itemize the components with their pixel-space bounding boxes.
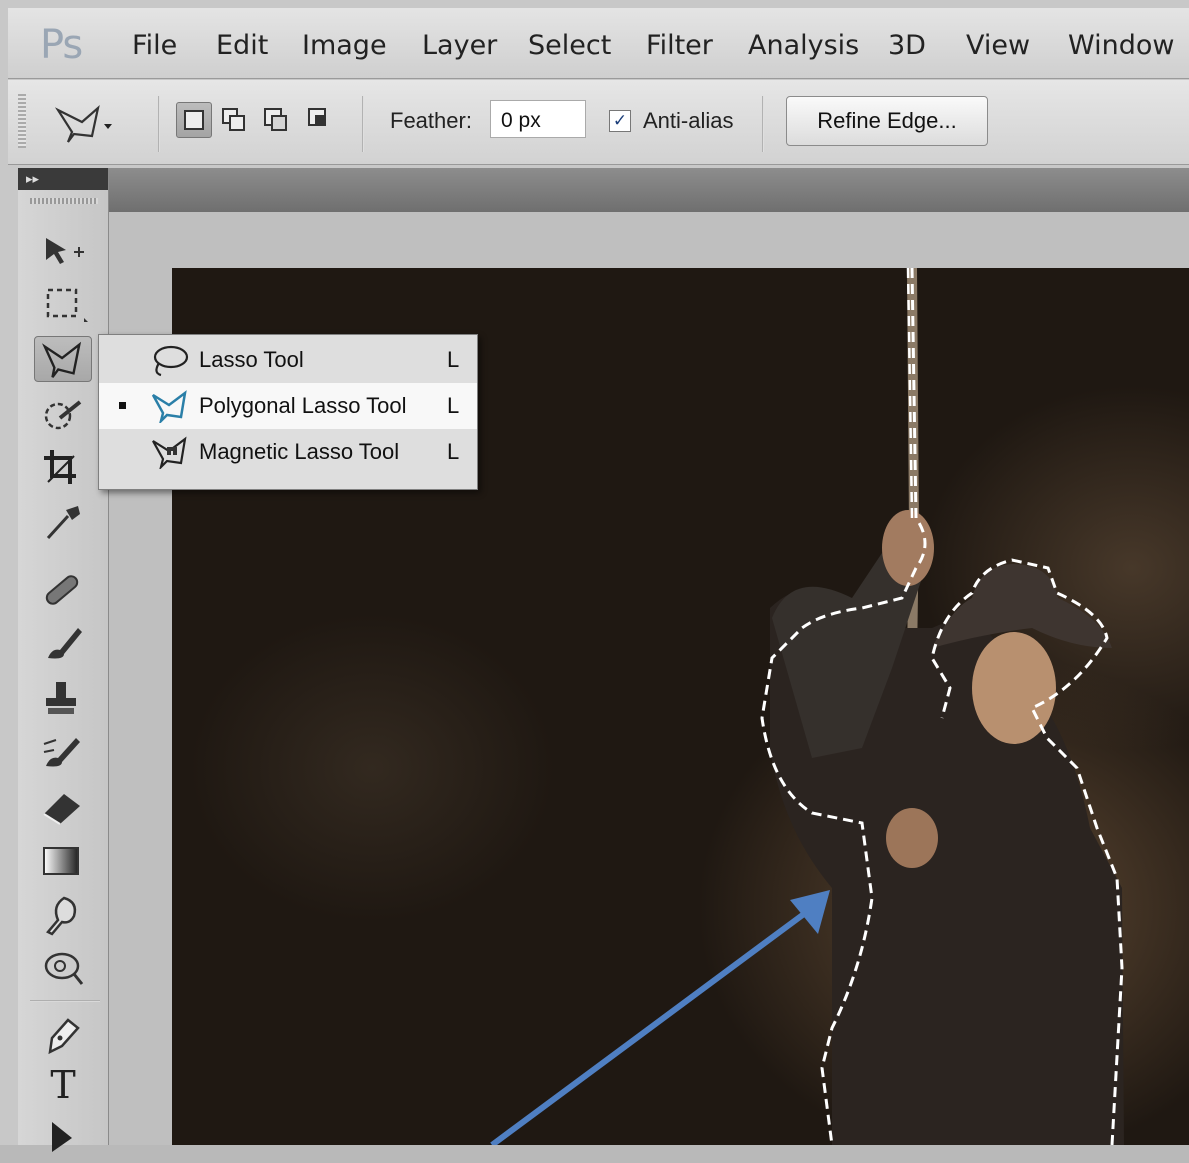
brush-tool[interactable] — [34, 620, 92, 666]
crop-tool-icon — [44, 450, 76, 484]
refine-edge-button[interactable]: Refine Edge... — [786, 96, 988, 146]
marquee-tool-icon — [46, 288, 88, 322]
feather-field[interactable]: 0 px — [490, 100, 586, 138]
blur-tool[interactable] — [34, 892, 92, 938]
move-tool[interactable] — [34, 228, 92, 274]
toolbox-collapse-bar[interactable]: ▸▸ — [18, 168, 108, 190]
menu-layer[interactable]: Layer — [422, 30, 497, 61]
gradient-icon — [43, 847, 79, 875]
add-to-selection-icon — [222, 108, 245, 131]
intersect-selection-button[interactable] — [306, 106, 334, 134]
anti-alias-checkbox[interactable]: ✓ — [609, 110, 631, 132]
magnetic-lasso-icon — [152, 436, 187, 469]
menu-3d[interactable]: 3D — [888, 30, 926, 61]
chevron-down-icon — [104, 124, 112, 129]
menu-image[interactable]: Image — [302, 30, 387, 61]
pen-tool[interactable] — [34, 1012, 92, 1058]
lasso-icon — [153, 345, 189, 377]
options-divider — [158, 96, 160, 152]
menu-filter[interactable]: Filter — [646, 30, 713, 61]
history-brush-icon — [43, 738, 80, 767]
quick-selection-icon — [44, 400, 82, 430]
quick-selection-tool[interactable] — [34, 392, 92, 438]
add-to-selection-button[interactable] — [220, 106, 248, 134]
crop-tool[interactable] — [34, 444, 92, 490]
feather-label: Feather: — [390, 108, 472, 133]
dodge-tool[interactable] — [34, 944, 92, 990]
toolbox-grip[interactable] — [30, 198, 98, 204]
flyout-item-polygonal-lasso[interactable]: Polygonal Lasso Tool L — [99, 383, 477, 429]
tool-preset-picker[interactable] — [52, 100, 112, 146]
lasso-tool[interactable] — [34, 336, 92, 382]
healing-brush-tool[interactable] — [34, 566, 92, 612]
eyedropper-tool[interactable] — [34, 498, 92, 544]
blur-icon — [46, 896, 77, 936]
menu-view[interactable]: View — [966, 30, 1030, 61]
photoshop-window: Ps File Edit Image Layer Select Filter A… — [0, 0, 1189, 1152]
new-selection-icon — [184, 110, 204, 130]
lasso-tool-flyout: Lasso Tool L Polygonal Lasso Tool L Magn… — [98, 334, 478, 490]
path-selection-tool[interactable] — [34, 1112, 92, 1158]
history-brush-tool[interactable] — [34, 730, 92, 776]
eraser-tool[interactable] — [34, 784, 92, 830]
anti-alias-label: Anti-alias — [643, 108, 734, 133]
menu-edit[interactable]: Edit — [216, 30, 268, 61]
flyout-shortcut: L — [447, 393, 460, 418]
polygonal-lasso-icon — [151, 390, 187, 423]
gradient-tool[interactable] — [34, 838, 92, 884]
options-bar-grip[interactable] — [18, 94, 26, 148]
polygonal-lasso-icon — [54, 104, 112, 143]
selected-bullet-icon — [119, 402, 126, 409]
eraser-icon — [43, 794, 80, 825]
menu-bar: Ps File Edit Image Layer Select Filter A… — [8, 8, 1189, 79]
options-divider — [362, 96, 364, 152]
brush-icon — [48, 628, 82, 659]
options-divider — [762, 96, 764, 152]
flyout-item-magnetic-lasso[interactable]: Magnetic Lasso Tool L — [99, 429, 477, 475]
flyout-label: Lasso Tool — [199, 347, 304, 372]
subtract-from-selection-button[interactable] — [262, 106, 290, 134]
path-selection-icon — [52, 1122, 72, 1152]
eyedropper-icon — [46, 506, 80, 540]
healing-brush-icon — [45, 575, 79, 605]
ps-logo: Ps — [40, 22, 83, 68]
clone-stamp-tool[interactable] — [34, 676, 92, 722]
clone-stamp-icon — [46, 682, 76, 714]
flyout-shortcut: L — [447, 347, 460, 372]
flyout-item-lasso[interactable]: Lasso Tool L — [99, 337, 477, 383]
flyout-label: Magnetic Lasso Tool — [199, 439, 400, 464]
flyout-shortcut: L — [447, 439, 460, 464]
document-tab-strip — [108, 168, 1189, 212]
intersect-selection-icon — [308, 108, 326, 126]
type-tool-icon[interactable]: T — [34, 1062, 92, 1108]
marquee-tool[interactable] — [34, 280, 92, 326]
menu-analysis[interactable]: Analysis — [748, 30, 859, 61]
move-tool-icon — [46, 238, 84, 264]
subtract-from-selection-icon — [264, 108, 287, 131]
menu-window[interactable]: Window — [1068, 30, 1174, 61]
menu-select[interactable]: Select — [528, 30, 611, 61]
dodge-icon — [44, 952, 84, 985]
menu-file[interactable]: File — [132, 30, 177, 61]
pen-tool-icon — [48, 1018, 80, 1055]
lasso-tool-icon — [42, 341, 82, 378]
flyout-label: Polygonal Lasso Tool — [199, 393, 407, 418]
toolbox-divider — [30, 1000, 100, 1002]
new-selection-button[interactable] — [176, 102, 212, 138]
